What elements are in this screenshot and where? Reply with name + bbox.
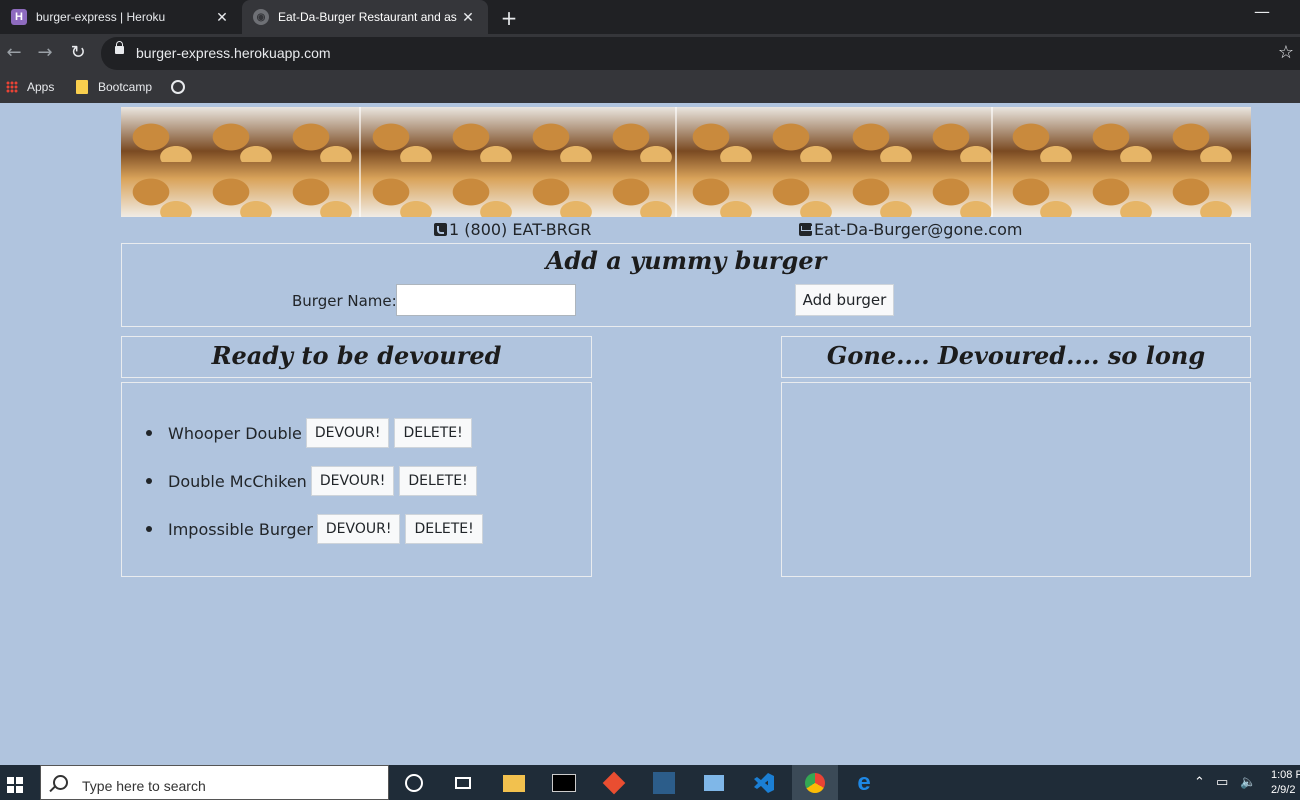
email-text: Eat-Da-Burger@gone.com	[814, 220, 1023, 239]
clock-time: 1:08 P	[1271, 769, 1300, 781]
phone-contact: 1 (800) EAT-BRGR	[434, 220, 591, 239]
add-burger-button[interactable]: Add burger	[795, 284, 894, 316]
add-burger-form: Add a yummy burger Burger Name: Add burg…	[121, 243, 1251, 327]
devoured-title: Gone.... Devoured.... so long	[826, 341, 1206, 370]
windows-taskbar: Type here to search e ⌃ ▭ 🔈 1:08 P 2/9/2	[0, 765, 1300, 800]
delete-button[interactable]: DELETE!	[405, 514, 483, 544]
delete-button[interactable]: DELETE!	[394, 418, 472, 448]
reload-icon[interactable]: ↻	[67, 42, 89, 63]
close-icon[interactable]: ✕	[458, 9, 478, 26]
battery-icon[interactable]: ▭	[1216, 775, 1228, 790]
search-placeholder: Type here to search	[82, 778, 206, 794]
ready-list-panel: Whooper Double DEVOUR! DELETE! Double Mc…	[121, 382, 592, 577]
git-icon[interactable]	[601, 770, 627, 796]
list-item: Whooper Double DEVOUR! DELETE!	[146, 409, 488, 457]
globe-icon: ◉	[253, 9, 269, 25]
edge-icon[interactable]: e	[851, 769, 877, 796]
volume-icon[interactable]: 🔈	[1240, 775, 1256, 790]
burger-name-input[interactable]	[396, 284, 576, 316]
bookmarks-bar: Apps Bootcamp	[0, 72, 1300, 103]
burger-name: Impossible Burger	[168, 519, 313, 539]
windows-start-icon[interactable]	[7, 777, 23, 793]
email-contact: Eat-Da-Burger@gone.com	[799, 220, 1022, 239]
bookmark-label: Bootcamp	[98, 80, 153, 94]
cortana-icon[interactable]	[401, 770, 427, 796]
vscode-icon[interactable]	[751, 770, 777, 796]
apps-grid-icon	[6, 81, 18, 93]
page-content: 1 (800) EAT-BRGR Eat-Da-Burger@gone.com …	[0, 103, 1300, 765]
task-view-icon[interactable]	[450, 770, 476, 796]
devour-button[interactable]: DEVOUR!	[310, 466, 395, 496]
tab-heroku[interactable]: H burger-express | Heroku ✕	[0, 0, 242, 34]
browser-tab-bar: H burger-express | Heroku ✕ ◉ Eat-Da-Bur…	[0, 0, 1300, 34]
app-icon[interactable]	[701, 770, 727, 796]
url-text[interactable]: burger-express.herokuapp.com	[136, 45, 331, 61]
bookmark-apps[interactable]: Apps	[6, 80, 54, 94]
devour-button[interactable]: DEVOUR!	[305, 418, 390, 448]
bookmark-bootcamp[interactable]: Bootcamp	[76, 80, 152, 94]
devoured-list-panel	[781, 382, 1251, 577]
bookmark-star-icon[interactable]: ☆	[1278, 42, 1294, 63]
chrome-icon[interactable]	[792, 765, 838, 800]
terminal-icon[interactable]	[551, 770, 577, 796]
search-icon	[53, 775, 68, 790]
burger-name: Double McChiken	[168, 471, 307, 491]
phone-icon	[434, 223, 447, 236]
bookmark-label: Apps	[27, 80, 55, 94]
tab-title: Eat-Da-Burger Restaurant and as	[278, 10, 457, 24]
phone-text: 1 (800) EAT-BRGR	[449, 220, 592, 239]
taskbar-search-box[interactable]: Type here to search	[40, 765, 389, 800]
tray-chevron-icon[interactable]: ⌃	[1194, 775, 1205, 790]
clock-date: 2/9/2	[1271, 784, 1296, 796]
folder-icon	[76, 80, 88, 94]
file-explorer-icon[interactable]	[501, 770, 527, 796]
minimize-button[interactable]: —	[1254, 2, 1270, 21]
omnibox[interactable]: burger-express.herokuapp.com ☆	[101, 37, 1300, 70]
close-icon[interactable]: ✕	[212, 9, 232, 26]
system-clock[interactable]: 1:08 P 2/9/2	[1271, 768, 1300, 798]
devour-button[interactable]: DEVOUR!	[316, 514, 401, 544]
lock-icon	[115, 41, 124, 54]
tab-title: burger-express | Heroku	[36, 10, 166, 24]
address-bar-row: ← → ↻ burger-express.herokuapp.com ☆	[0, 34, 1300, 72]
new-tab-button[interactable]: +	[498, 6, 520, 30]
ready-burger-list: Whooper Double DEVOUR! DELETE! Double Mc…	[146, 409, 488, 553]
form-title: Add a yummy burger	[545, 246, 827, 275]
delete-button[interactable]: DELETE!	[399, 466, 477, 496]
ready-header: Ready to be devoured	[121, 336, 592, 378]
tab-eat-da-burger[interactable]: ◉ Eat-Da-Burger Restaurant and as ✕	[242, 0, 488, 34]
bookmark-globe[interactable]	[171, 80, 185, 94]
back-arrow-icon[interactable]: ←	[3, 42, 25, 63]
ready-title: Ready to be devoured	[211, 341, 502, 370]
burger-banner-image	[121, 107, 1251, 217]
burger-name: Whooper Double	[168, 423, 302, 443]
burger-name-label: Burger Name:	[292, 292, 397, 310]
heroku-icon: H	[11, 9, 27, 25]
forward-arrow-icon[interactable]: →	[34, 42, 56, 63]
list-item: Impossible Burger DEVOUR! DELETE!	[146, 505, 488, 553]
list-item: Double McChiken DEVOUR! DELETE!	[146, 457, 488, 505]
globe-icon	[171, 80, 185, 94]
envelope-icon	[799, 223, 812, 236]
mysql-workbench-icon[interactable]	[651, 770, 677, 796]
devoured-header: Gone.... Devoured.... so long	[781, 336, 1251, 378]
